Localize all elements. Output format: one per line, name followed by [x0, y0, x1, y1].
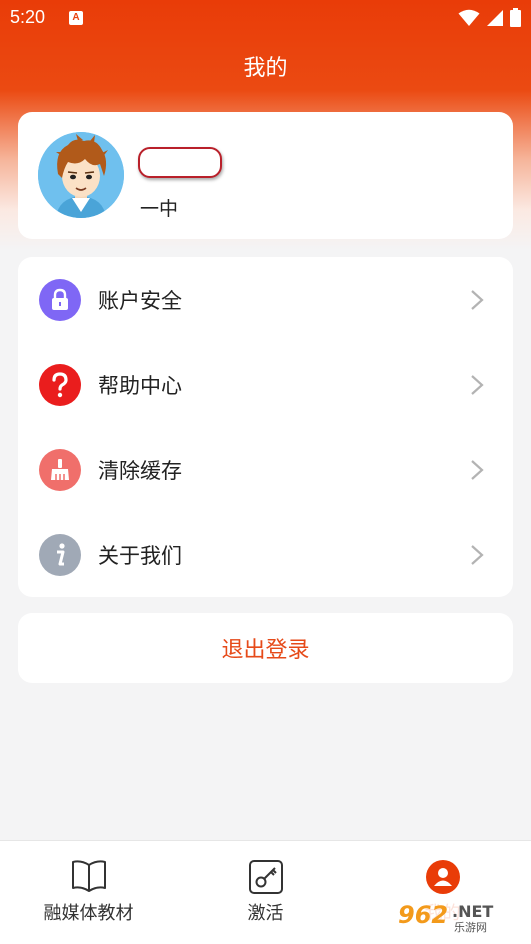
- svg-text:.NET: .NET: [452, 902, 493, 921]
- logout-label: 退出登录: [221, 638, 310, 663]
- avatar[interactable]: [38, 132, 124, 218]
- battery-icon: [510, 8, 521, 27]
- lock-icon: [39, 278, 81, 321]
- tab-activate[interactable]: 激活: [177, 841, 354, 944]
- key-icon: [248, 860, 283, 894]
- svg-text:962: 962: [398, 901, 448, 929]
- signal-icon: [487, 9, 503, 26]
- menu-item-label: 清除缓存: [98, 458, 182, 483]
- info-icon: [39, 533, 81, 576]
- menu-item-label: 关于我们: [98, 543, 182, 568]
- chevron-right-icon: [471, 289, 484, 310]
- book-icon: [71, 860, 106, 892]
- tab-label: 融媒体教材: [43, 903, 134, 924]
- chevron-right-icon: [471, 374, 484, 395]
- menu-item-clear-cache[interactable]: 清除缓存: [18, 427, 513, 512]
- menu-card: 账户安全 帮助中心 清除缓存 关于我们: [18, 257, 513, 597]
- chevron-right-icon: [471, 459, 484, 480]
- watermark-logo: 962 .NET 乐游网: [392, 895, 528, 935]
- profile-card[interactable]: 一中: [18, 112, 513, 239]
- page-title: 我的: [243, 56, 288, 81]
- tab-label: 激活: [247, 903, 284, 924]
- menu-item-account-security[interactable]: 账户安全: [18, 257, 513, 342]
- status-bar: 5:20 A: [0, 0, 531, 36]
- chevron-right-icon: [471, 544, 484, 565]
- menu-item-help-center[interactable]: 帮助中心: [18, 342, 513, 427]
- menu-item-about-us[interactable]: 关于我们: [18, 512, 513, 597]
- status-icons: [458, 8, 521, 27]
- wifi-icon: [458, 9, 480, 26]
- cartoon-avatar-icon: [38, 132, 124, 218]
- user-school: 一中: [140, 198, 179, 220]
- user-name: [138, 147, 222, 178]
- question-icon: [39, 363, 81, 406]
- logout-button[interactable]: 退出登录: [18, 613, 513, 683]
- menu-item-label: 账户安全: [98, 288, 182, 313]
- svg-text:乐游网: 乐游网: [454, 921, 487, 934]
- a-notification-icon: A: [69, 11, 83, 25]
- tab-textbooks[interactable]: 融媒体教材: [0, 841, 177, 944]
- menu-item-label: 帮助中心: [98, 373, 182, 398]
- broom-icon: [39, 448, 81, 491]
- user-icon: [425, 860, 460, 894]
- status-time: 5:20: [10, 7, 46, 27]
